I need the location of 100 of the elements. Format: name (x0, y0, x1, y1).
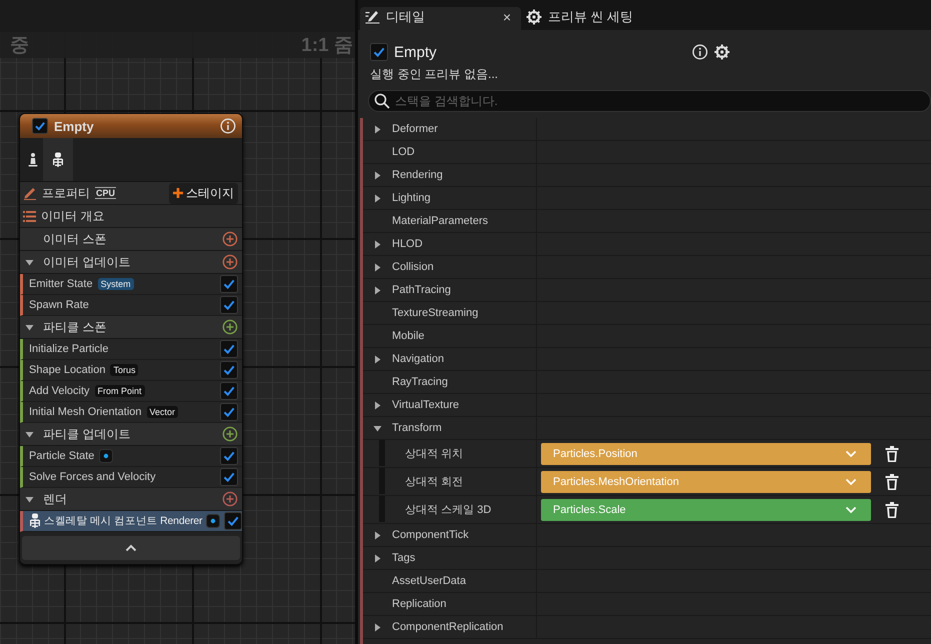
module-row[interactable]: Particle State (20, 446, 242, 467)
search-field[interactable]: 스택을 검색합니다. (368, 90, 931, 112)
checkbox[interactable] (220, 447, 238, 465)
category-row[interactable]: Deformer (363, 118, 537, 140)
stage-title: 이미터 업데이트 (43, 254, 132, 270)
info-icon[interactable] (220, 118, 236, 134)
settings-icon[interactable] (714, 44, 730, 60)
category-row[interactable]: ComponentTick (363, 524, 537, 546)
disclosure-arrow-icon[interactable] (373, 554, 382, 562)
checkbox[interactable] (370, 43, 388, 61)
disclosure-arrow-icon[interactable] (373, 530, 382, 540)
emitter-name: Empty (394, 44, 437, 60)
category-row[interactable]: Mobile (363, 325, 537, 347)
disclosure-arrow-icon[interactable] (25, 494, 34, 504)
zoom-label: 1:1 줌 (301, 34, 353, 58)
category-row[interactable]: LOD (363, 141, 537, 163)
disclosure-arrow-icon[interactable] (373, 622, 382, 632)
stage-header[interactable]: 이미터 업데이트 (20, 251, 242, 274)
chevron-down-icon (845, 450, 857, 458)
disclosure-arrow-icon[interactable] (373, 194, 382, 202)
checkbox[interactable] (220, 468, 238, 486)
disclosure-arrow-icon[interactable] (25, 322, 34, 332)
category-row[interactable]: RayTracing (363, 371, 537, 393)
add-icon[interactable] (222, 426, 238, 442)
module-label: Shape Location (29, 364, 106, 376)
module-row[interactable]: Initialize Particle (20, 339, 242, 360)
category-row[interactable]: Replication (363, 593, 537, 615)
checkbox[interactable] (220, 403, 238, 421)
module-row[interactable]: Shape Location Torus (20, 360, 242, 381)
disclosure-arrow-icon[interactable] (373, 286, 382, 294)
plus-icon (173, 188, 183, 198)
tab[interactable]: 디테일 × (360, 7, 521, 30)
checkbox[interactable] (220, 361, 238, 379)
module-row[interactable]: Add Velocity From Point (20, 381, 242, 402)
tab[interactable]: 프리뷰 씬 세팅 (521, 7, 644, 30)
category-row[interactable]: Transform (363, 417, 537, 439)
category-row[interactable]: PathTracing (363, 279, 537, 301)
category-row[interactable]: TextureStreaming (363, 302, 537, 324)
add-icon[interactable] (222, 254, 238, 270)
settings-icon[interactable] (526, 8, 542, 24)
module-label: Initial Mesh Orientation (29, 406, 142, 418)
disclosure-arrow-icon[interactable] (373, 354, 382, 364)
add-icon[interactable] (222, 491, 238, 507)
info-icon[interactable] (692, 44, 708, 60)
node-title: Empty (54, 118, 95, 134)
module-label: Spawn Rate (29, 299, 89, 311)
disclosure-arrow-icon[interactable] (373, 170, 382, 180)
category-row[interactable]: Collision (363, 256, 537, 278)
stage-header[interactable]: 파티클 업데이트 (20, 423, 242, 446)
stage-header[interactable]: 파티클 스폰 (20, 316, 242, 339)
module-label: Initialize Particle (29, 343, 108, 355)
disclosure-arrow-icon[interactable] (373, 240, 382, 248)
disclosure-arrow-icon[interactable] (373, 424, 382, 432)
module-label: 스켈레탈 메시 컴포넌트 Renderer (44, 514, 202, 528)
module-tag: Vector (146, 406, 178, 418)
stage-header[interactable]: 렌더 (20, 488, 242, 511)
checkbox[interactable] (224, 512, 242, 530)
emitter-summary-label[interactable]: 이미터 개요 (41, 208, 104, 224)
module-row[interactable]: Initial Mesh Orientation Vector (20, 402, 242, 423)
module-tag: System (98, 278, 134, 290)
stage-title: 파티클 업데이트 (43, 426, 132, 442)
module-label: Add Velocity (29, 385, 90, 397)
disclosure-arrow-icon[interactable] (373, 124, 382, 134)
category-row[interactable]: Rendering (363, 164, 537, 186)
category-row[interactable]: AssetUserData (363, 570, 537, 592)
person-icon[interactable] (28, 152, 38, 168)
disclosure-arrow-icon[interactable] (373, 262, 382, 272)
delete-icon[interactable] (885, 474, 899, 490)
stage-title: 이미터 스폰 (43, 230, 108, 248)
category-row[interactable]: HLOD (363, 233, 537, 255)
close-button[interactable]: × (502, 8, 511, 24)
disclosure-arrow-icon[interactable] (25, 258, 34, 266)
module-tag: Torus (110, 364, 138, 376)
add-icon[interactable] (222, 231, 238, 247)
disclosure-arrow-icon[interactable] (373, 400, 382, 410)
checkbox[interactable] (220, 296, 238, 314)
delete-icon[interactable] (885, 446, 899, 462)
module-label: Solve Forces and Velocity (29, 471, 156, 483)
module-row[interactable]: Spawn Rate (20, 295, 242, 316)
properties-label[interactable]: 프로퍼티 (42, 184, 90, 202)
category-row[interactable]: MaterialParameters (363, 210, 537, 232)
stage-header[interactable]: 이미터 스폰 (20, 228, 242, 251)
checkbox[interactable] (32, 118, 48, 134)
module-row[interactable]: Solve Forces and Velocity (20, 467, 242, 488)
category-row[interactable]: Navigation (363, 348, 537, 370)
module-row[interactable]: 스켈레탈 메시 컴포넌트 Renderer (20, 511, 242, 532)
checkbox[interactable] (220, 340, 238, 358)
category-row[interactable]: Tags (363, 547, 537, 569)
checkbox[interactable] (220, 382, 238, 400)
add-icon[interactable] (222, 319, 238, 335)
disclosure-arrow-icon[interactable] (25, 430, 34, 438)
module-row[interactable]: Emitter State System (20, 274, 242, 295)
renderer-tile[interactable] (43, 138, 73, 181)
category-row[interactable]: VirtualTexture (363, 394, 537, 416)
checkbox[interactable] (220, 275, 238, 293)
category-row[interactable]: Lighting (363, 187, 537, 209)
add-stage-button[interactable]: 스테이지 (169, 182, 238, 204)
category-row[interactable]: ComponentReplication (363, 616, 537, 638)
property-label: 상대적 위치 (405, 447, 464, 461)
delete-icon[interactable] (885, 502, 899, 518)
